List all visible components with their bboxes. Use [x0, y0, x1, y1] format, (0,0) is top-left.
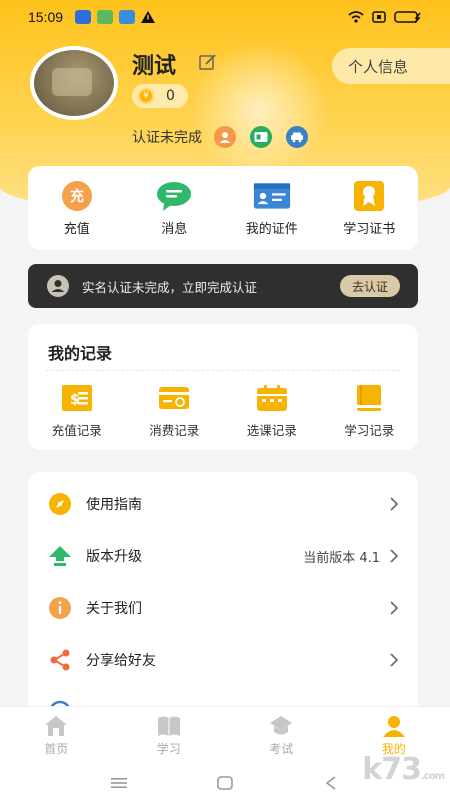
coin-icon: ¥: [138, 88, 154, 104]
tab-label: 首页: [44, 742, 69, 756]
quick-action-id-card[interactable]: 我的证件: [227, 180, 317, 237]
my-records-card: 我的记录 $ 充值记录 消费记录 选课记录 学习记录: [28, 324, 418, 450]
message-icon: [155, 180, 193, 212]
upgrade-icon: [48, 544, 72, 568]
record-item-recharge[interactable]: $ 充值记录: [32, 384, 122, 439]
quick-action-message[interactable]: 消息: [129, 180, 219, 237]
back-icon[interactable]: [323, 776, 339, 790]
notification-app-icon: [75, 10, 92, 24]
consume-record-icon: [159, 387, 190, 409]
watermark-logo: k73.com: [362, 752, 445, 787]
id-verify-icon[interactable]: [250, 126, 272, 148]
status-time: 15:09: [28, 9, 64, 25]
book-icon: [157, 716, 180, 736]
menu-item-share[interactable]: 分享给好友: [28, 634, 418, 686]
record-label: 学习记录: [344, 423, 395, 438]
coin-count: 0: [166, 88, 175, 104]
home-button-icon[interactable]: [217, 776, 233, 790]
certificate-icon: [350, 180, 388, 212]
notification-app-icon: [97, 10, 114, 24]
watermark-text: k73: [362, 752, 422, 787]
quick-action-label: 学习证书: [343, 221, 396, 237]
menu-label: 关于我们: [86, 601, 142, 617]
quick-action-certificate[interactable]: 学习证书: [324, 180, 414, 237]
coin-balance[interactable]: ¥ 0: [132, 84, 188, 108]
status-bar: 15:09: [0, 0, 450, 34]
chevron-right-icon: [390, 497, 399, 511]
menu-item-guide[interactable]: 使用指南: [28, 478, 418, 530]
recharge-glyph: 充: [70, 188, 84, 205]
quick-action-recharge[interactable]: 充 充值: [32, 180, 122, 237]
menu-icon[interactable]: [111, 777, 127, 789]
chevron-right-icon: [390, 601, 399, 615]
sim-icon: [372, 11, 386, 23]
verify-status-row: 认证未完成: [132, 126, 322, 148]
home-icon: [45, 716, 68, 736]
record-item-consume[interactable]: 消费记录: [129, 384, 219, 439]
record-label: 消费记录: [149, 423, 200, 438]
tab-label: 考试: [269, 742, 294, 756]
username: 测试: [132, 54, 177, 79]
info-icon: [48, 596, 72, 620]
record-label: 充值记录: [51, 423, 102, 438]
watermark-suffix: .com: [420, 771, 445, 782]
record-item-study[interactable]: 学习记录: [324, 384, 414, 439]
car-verify-icon[interactable]: [286, 126, 308, 148]
go-verify-button[interactable]: 去认证: [339, 275, 400, 297]
menu-label: 使用指南: [86, 497, 142, 513]
records-divider: [46, 370, 400, 371]
wifi-icon: [348, 11, 364, 23]
study-record-icon: [357, 385, 382, 411]
recharge-icon: 充: [58, 180, 96, 212]
record-item-course[interactable]: 选课记录: [227, 384, 317, 439]
battery-icon: [394, 11, 421, 23]
edit-icon[interactable]: [198, 52, 218, 72]
course-record-icon: [256, 385, 287, 411]
avatar[interactable]: [30, 46, 118, 120]
quick-action-label: 我的证件: [245, 221, 298, 237]
tab-home[interactable]: 首页: [0, 707, 113, 766]
tab-label: 学习: [156, 742, 181, 756]
menu-item-about[interactable]: 关于我们: [28, 582, 418, 634]
id-card-icon: [253, 180, 291, 212]
compass-icon: [48, 492, 72, 516]
recharge-record-icon: $: [61, 385, 92, 411]
current-version-text: 当前版本 4.1: [303, 550, 380, 566]
menu-label: 版本升级: [86, 549, 142, 565]
notification-app-icon: [119, 10, 136, 24]
chevron-right-icon: [390, 653, 399, 667]
record-label: 选课记录: [246, 423, 297, 438]
personal-info-button[interactable]: 个人信息: [332, 48, 450, 84]
verify-notice-banner: 实名认证未完成，立即完成认证 去认证: [28, 264, 418, 308]
records-row: $ 充值记录 消费记录 选课记录 学习记录: [28, 384, 418, 439]
settings-menu-card: 使用指南 版本升级 当前版本 4.1 关于我们 分享给好友: [28, 472, 418, 722]
user-icon: [47, 275, 69, 297]
exam-icon: [270, 716, 293, 735]
menu-label: 分享给好友: [86, 653, 156, 669]
tab-exam[interactable]: 考试: [225, 707, 338, 766]
tab-study[interactable]: 学习: [113, 707, 226, 766]
notice-text: 实名认证未完成，立即完成认证: [82, 279, 258, 295]
verify-status-text: 认证未完成: [132, 130, 202, 146]
menu-item-upgrade[interactable]: 版本升级 当前版本 4.1: [28, 530, 418, 582]
share-icon: [48, 648, 72, 672]
chevron-right-icon: [390, 549, 399, 563]
person-verify-icon[interactable]: [214, 126, 236, 148]
quick-action-label: 充值: [63, 221, 90, 237]
quick-actions-card: 充 充值 消息 我的证件 学习证书: [28, 166, 418, 250]
quick-action-label: 消息: [161, 221, 188, 237]
warning-icon: [141, 11, 156, 23]
profile-icon: [382, 716, 405, 737]
records-title: 我的记录: [48, 344, 113, 363]
